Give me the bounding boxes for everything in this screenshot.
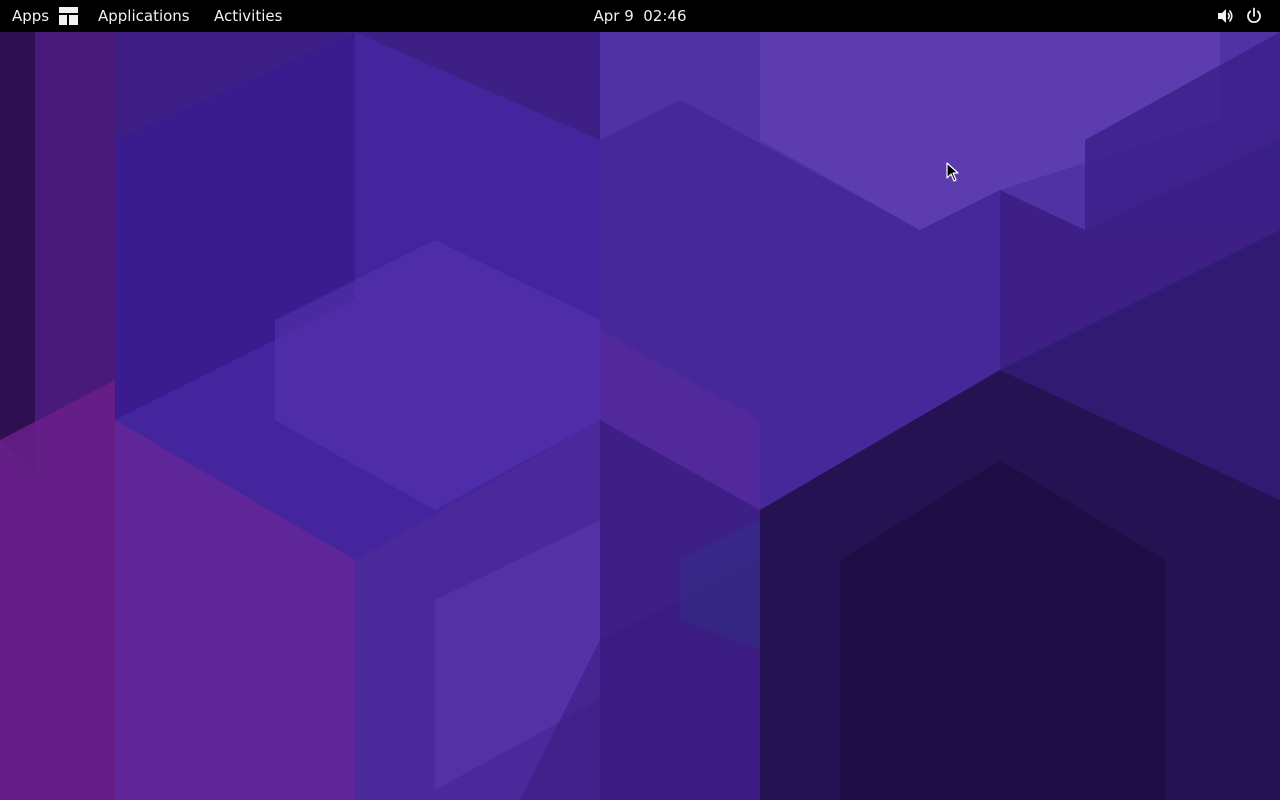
desktop-wallpaper (0, 0, 1280, 800)
arrow-pointer-icon (946, 162, 959, 182)
applications-menu-button[interactable]: Applications (98, 0, 190, 32)
app-grid-icon (59, 7, 79, 25)
activities-button[interactable]: Activities (214, 0, 282, 32)
power-button[interactable] (1245, 7, 1263, 25)
apps-menu-button[interactable]: Apps (12, 0, 79, 32)
volume-button[interactable] (1216, 7, 1234, 25)
power-icon (1247, 7, 1261, 23)
desktop[interactable]: Apps Applications Activities Apr 9 02:46 (0, 0, 1280, 800)
speaker-icon (1218, 9, 1233, 23)
apps-label: Apps (12, 7, 50, 25)
date-time-button[interactable]: Apr 9 02:46 (593, 7, 686, 25)
top-bar: Apps Applications Activities Apr 9 02:46 (0, 0, 1280, 32)
clock-area: Apr 9 02:46 (0, 0, 1280, 32)
